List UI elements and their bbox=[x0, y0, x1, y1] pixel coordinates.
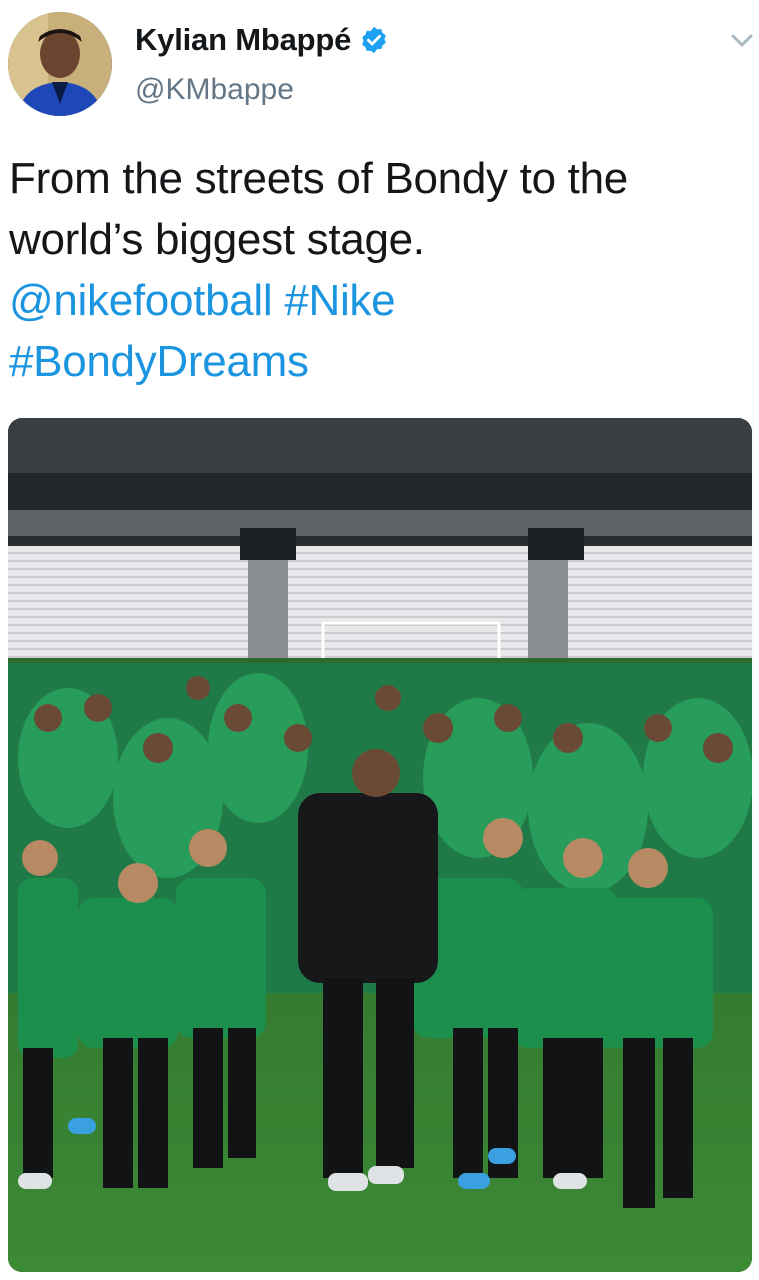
author-name[interactable]: Kylian Mbappé bbox=[135, 22, 351, 58]
tweet-text: From the streets of Bondy to the world’s… bbox=[9, 148, 749, 392]
tweet-header: Kylian Mbappé @KMbappe bbox=[0, 0, 759, 130]
tweet-text-line: world’s biggest stage. bbox=[9, 215, 425, 264]
verified-badge-icon bbox=[362, 26, 386, 54]
tweet-text-line: From the streets of Bondy to the bbox=[9, 154, 628, 203]
chevron-down-icon[interactable] bbox=[728, 28, 756, 52]
author-handle[interactable]: @KMbappe bbox=[135, 73, 294, 107]
author-avatar[interactable] bbox=[8, 12, 112, 116]
players-crowd bbox=[8, 663, 752, 1208]
hashtag-link[interactable]: #BondyDreams bbox=[9, 337, 309, 386]
mention-link[interactable]: @nikefootball bbox=[9, 276, 273, 325]
hashtag-link[interactable]: #Nike bbox=[284, 276, 395, 325]
author-name-row: Kylian Mbappé bbox=[135, 22, 389, 58]
stadium-photo bbox=[8, 418, 752, 1272]
tweet-links-line: @nikefootball #Nike bbox=[9, 270, 749, 331]
tweet-photo[interactable] bbox=[8, 418, 752, 1272]
